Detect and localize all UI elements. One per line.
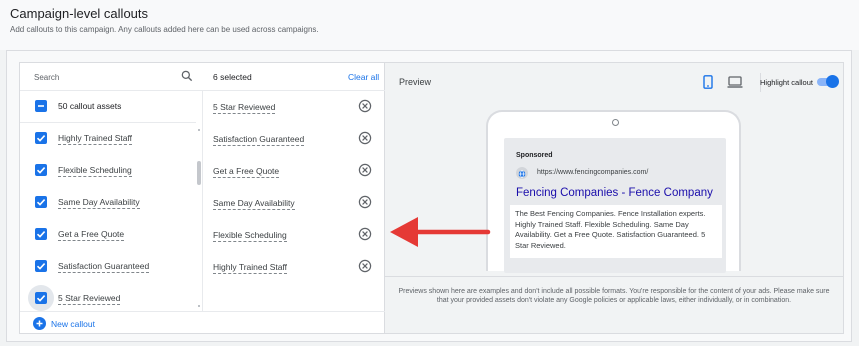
remove-icon[interactable]: [358, 131, 372, 145]
checked-checkbox-icon[interactable]: [35, 292, 47, 304]
list-item-label: Flexible Scheduling: [58, 165, 132, 177]
selected-item: Same Day Availability: [203, 187, 386, 219]
toggle-knob: [826, 75, 839, 88]
callout-asset-list[interactable]: 50 callout assets Highly Trained Staff F…: [20, 91, 203, 311]
list-item-label: Get a Free Quote: [58, 229, 125, 241]
list-scrollbar[interactable]: [197, 161, 201, 185]
page-title: Campaign-level callouts: [10, 6, 149, 21]
ad-headline: Fencing Companies - Fence Company: [516, 187, 713, 199]
search-icon[interactable]: [180, 69, 194, 83]
search-placeholder: Search: [34, 73, 60, 82]
annotation-arrow-icon: [390, 217, 491, 247]
desktop-icon[interactable]: [727, 75, 743, 89]
selected-item-label: Satisfaction Guaranteed: [213, 134, 305, 146]
sponsored-label: Sponsored: [516, 152, 553, 159]
search-box[interactable]: Search: [20, 63, 203, 91]
select-all-label: 50 callout assets: [58, 101, 122, 111]
remove-icon[interactable]: [358, 195, 372, 209]
selected-item: Get a Free Quote: [203, 155, 386, 187]
list-item[interactable]: Highly Trained Staff: [20, 123, 196, 155]
selected-item-label: 5 Star Reviewed: [213, 102, 276, 114]
selected-item-label: Flexible Scheduling: [213, 230, 287, 242]
selected-item: Satisfaction Guaranteed: [203, 123, 386, 155]
page-subtitle: Add callouts to this campaign. Any callo…: [10, 25, 319, 34]
globe-icon: [516, 167, 528, 179]
new-callout-button[interactable]: New callout: [51, 319, 95, 329]
selected-item: Flexible Scheduling: [203, 219, 386, 251]
checked-checkbox-icon[interactable]: [35, 228, 47, 240]
remove-icon[interactable]: [358, 227, 372, 241]
list-item[interactable]: Get a Free Quote: [20, 219, 196, 251]
callout-picker: Search 50 callout assets Highly Trained …: [19, 62, 386, 335]
add-circle-icon[interactable]: [33, 317, 46, 330]
indeterminate-checkbox-icon[interactable]: [35, 100, 47, 112]
mobile-phone-icon[interactable]: [702, 75, 714, 89]
phone-frame: Sponsored https://www.fencingcompanies.c…: [486, 110, 741, 273]
select-all-row[interactable]: 50 callout assets: [20, 91, 196, 123]
selected-item-label: Get a Free Quote: [213, 166, 280, 178]
highlight-callout-label: Highlight callout: [760, 78, 813, 87]
checked-checkbox-icon[interactable]: [35, 260, 47, 272]
clear-all-button[interactable]: Clear all: [348, 72, 379, 82]
scroll-up-icon[interactable]: [198, 129, 200, 131]
selected-header: 6 selected Clear all: [203, 63, 386, 91]
remove-icon[interactable]: [358, 259, 372, 273]
preview-disclaimer: Previews shown here are examples and don…: [385, 276, 843, 305]
section-header: Campaign-level callouts Add callouts to …: [0, 0, 859, 50]
highlight-callout-toggle[interactable]: [817, 75, 839, 89]
list-item-label: Satisfaction Guaranteed: [58, 261, 150, 273]
ad-preview: Sponsored https://www.fencingcompanies.c…: [504, 138, 726, 273]
list-item[interactable]: Satisfaction Guaranteed: [20, 251, 196, 283]
list-item-label: Highly Trained Staff: [58, 133, 133, 145]
ad-url: https://www.fencingcompanies.com/: [537, 169, 649, 176]
checked-checkbox-icon[interactable]: [35, 196, 47, 208]
selected-item: Highly Trained Staff: [203, 251, 386, 283]
list-item[interactable]: Flexible Scheduling: [20, 155, 196, 187]
list-item-label: 5 Star Reviewed: [58, 293, 121, 305]
selected-item-label: Highly Trained Staff: [213, 262, 288, 274]
list-item[interactable]: Same Day Availability: [20, 187, 196, 219]
remove-icon[interactable]: [358, 163, 372, 177]
list-item[interactable]: 5 Star Reviewed: [20, 283, 196, 311]
remove-icon[interactable]: [358, 99, 372, 113]
selected-item-label: Same Day Availability: [213, 198, 295, 210]
preview-title: Preview: [399, 77, 432, 87]
ad-description: The Best Fencing Companies. Fence Instal…: [510, 205, 722, 258]
selected-count: 6 selected: [213, 72, 252, 82]
camera-icon: [612, 119, 619, 126]
checked-checkbox-icon[interactable]: [35, 132, 47, 144]
list-item-label: Same Day Availability: [58, 197, 140, 209]
checked-checkbox-icon[interactable]: [35, 164, 47, 176]
selected-callouts: 6 selected Clear all 5 Star Reviewed Sat…: [203, 63, 386, 311]
picker-footer: New callout: [20, 311, 386, 335]
scroll-down-icon[interactable]: [198, 305, 200, 307]
preview-panel: Preview Highlight callout Sponsored http…: [385, 62, 844, 334]
selected-item: 5 Star Reviewed: [203, 91, 386, 123]
